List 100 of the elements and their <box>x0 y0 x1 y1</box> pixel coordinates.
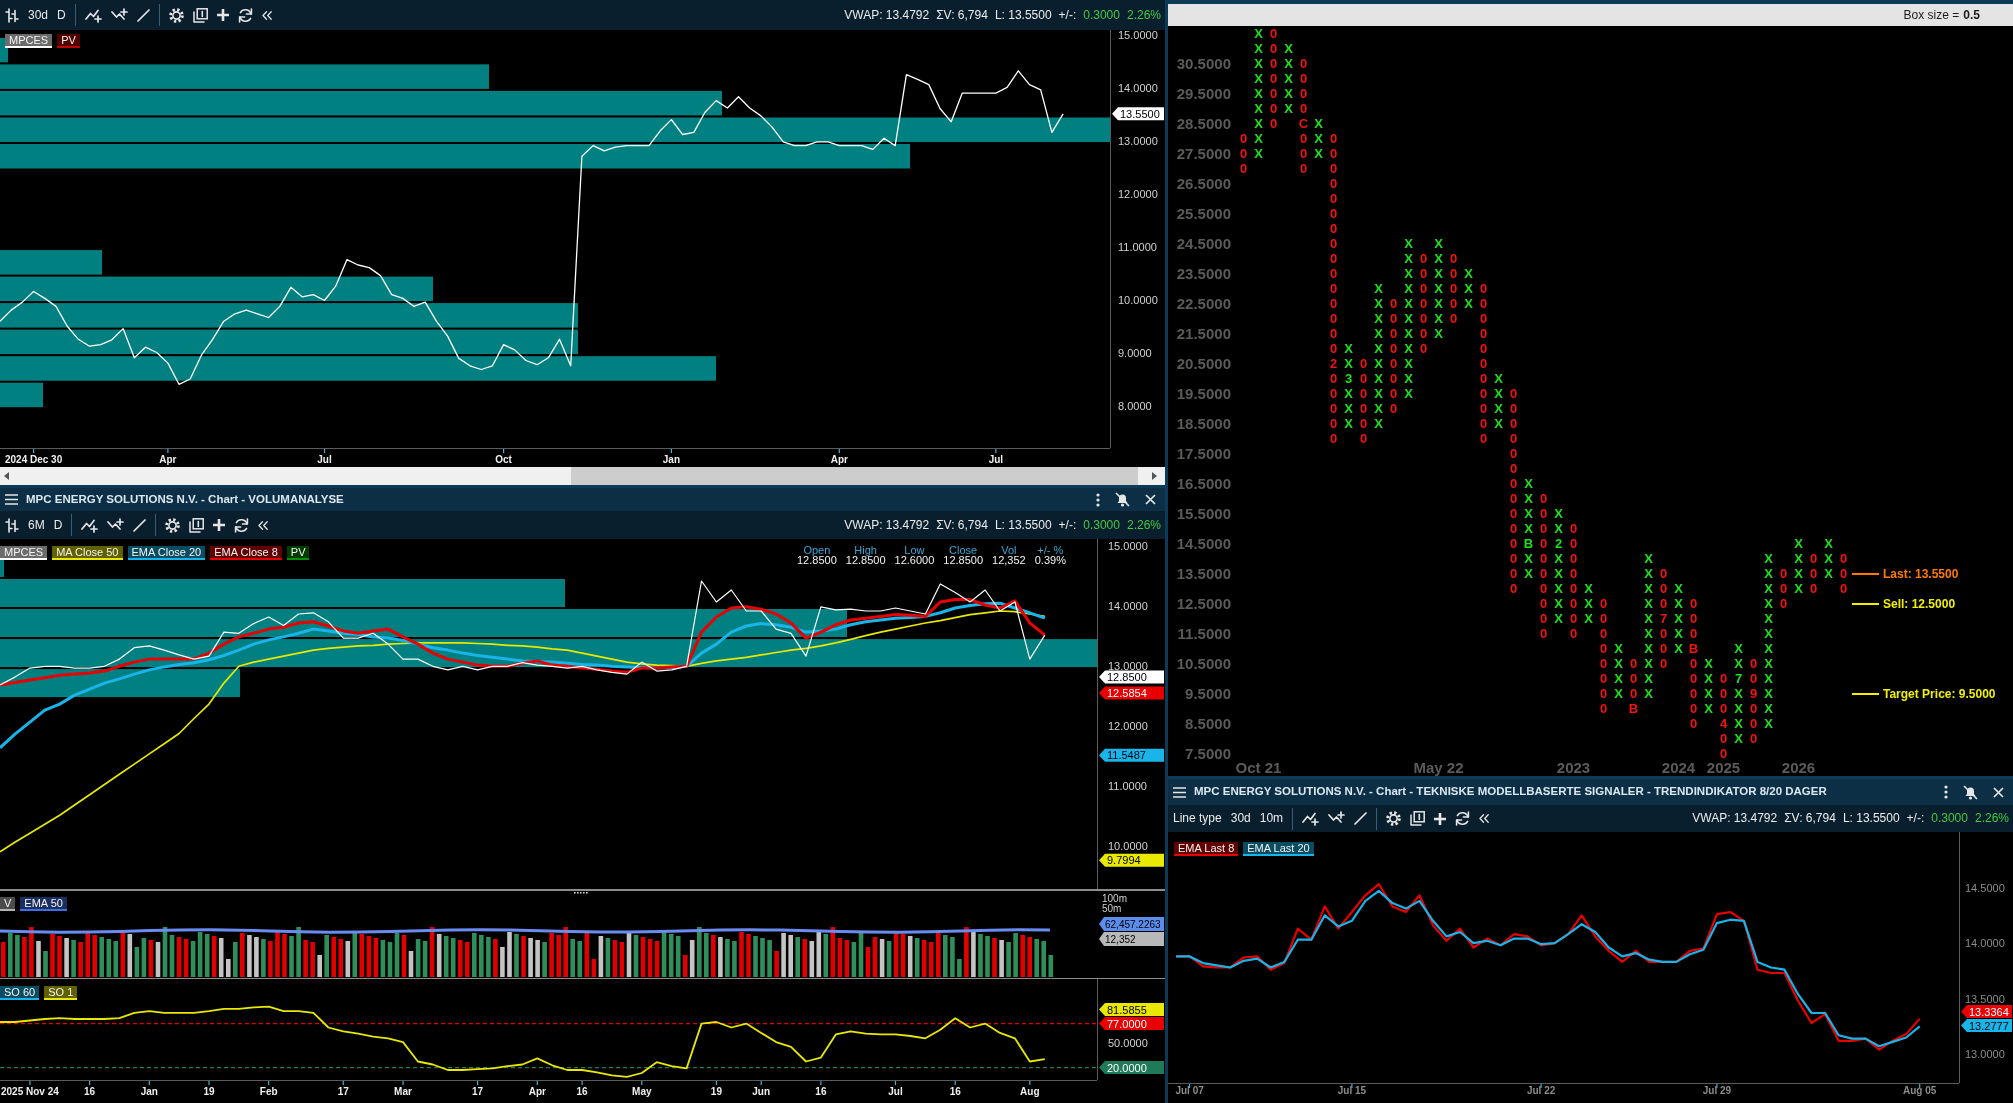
stacked-window-icon[interactable] <box>192 7 208 23</box>
stacked-window-icon[interactable] <box>1410 811 1426 826</box>
date-label: Jul 07 <box>1175 1085 1204 1096</box>
x-column: XX3XXX <box>1342 341 1355 431</box>
period-selector[interactable]: 30d <box>28 7 49 23</box>
plus-icon[interactable] <box>216 9 229 21</box>
ohlc-value: 0.39% <box>1034 555 1066 565</box>
settings-icon[interactable] <box>168 7 184 23</box>
vwap-text: VWAP: 13.4792 <box>844 517 930 533</box>
period-selector[interactable]: 6M <box>28 517 45 533</box>
double-chevron-icon[interactable] <box>258 520 269 530</box>
more-options-icon[interactable] <box>1096 492 1100 507</box>
diagonal-line-icon[interactable] <box>136 8 150 22</box>
change-value: 0.3000 <box>1083 517 1120 533</box>
o-column: 00000 <box>1447 251 1460 326</box>
indicator-legend[interactable]: EMA Last 20 <box>1243 842 1314 856</box>
plus-icon[interactable] <box>213 519 226 531</box>
indicator-legend[interactable]: MPCES <box>0 546 48 560</box>
date-label: 17 <box>337 1086 349 1097</box>
ohlc-label: +/- % <box>1037 545 1064 555</box>
menu-icon[interactable] <box>1173 786 1186 798</box>
price-axis-label: 18.5000 <box>1175 416 1231 431</box>
ohlc-bars-icon[interactable] <box>5 517 19 533</box>
indicator-legend[interactable]: V <box>0 897 16 911</box>
indicator-legend[interactable]: EMA 50 <box>20 897 67 911</box>
close-icon[interactable] <box>1993 786 2004 798</box>
price-axis-label: 28.5000 <box>1175 116 1231 131</box>
ohlc-value: 12.8500 <box>845 555 886 565</box>
date-label: 19 <box>203 1086 215 1097</box>
zigzag-plus-icon[interactable] <box>107 517 125 533</box>
x-column: XXXXX <box>1282 41 1295 116</box>
diagonal-line-icon[interactable] <box>1354 812 1368 825</box>
scrollbar[interactable] <box>0 467 1165 485</box>
zigzag-plus-icon[interactable] <box>81 517 99 533</box>
ohlc-label: Vol <box>1001 545 1017 555</box>
x-column: XX7XXXX <box>1732 641 1745 746</box>
muted-bell-icon[interactable] <box>1115 492 1130 507</box>
date-label: Mar <box>394 1086 412 1097</box>
price-axis-label: 14.5000 <box>1175 536 1231 551</box>
price-axis-label: 20.5000 <box>1175 356 1231 371</box>
value-tag: 20.0000 <box>1099 1061 1164 1075</box>
indicator-legend[interactable]: EMA Close 20 <box>127 546 206 560</box>
double-chevron-icon[interactable] <box>1479 814 1490 823</box>
o-column: 000 <box>1237 131 1250 176</box>
left-arrow-icon[interactable] <box>4 472 9 480</box>
date-label: 19 <box>710 1086 722 1097</box>
zigzag-plus-icon[interactable] <box>110 7 128 23</box>
value-tag: 12.5854 <box>1099 686 1164 700</box>
indicator-legend[interactable]: PV <box>286 546 310 560</box>
interval-selector[interactable]: 10m <box>1259 811 1284 826</box>
ohlc-bars-icon[interactable] <box>5 7 19 23</box>
x-column: XXXX <box>1492 371 1505 431</box>
indicator-legend[interactable]: SO 60 <box>0 986 40 1000</box>
stacked-window-icon[interactable] <box>189 517 205 533</box>
date-label: Jul 15 <box>1337 1085 1367 1096</box>
scrollbar-thumb[interactable] <box>571 467 1138 485</box>
indicator-legend[interactable]: PV <box>57 34 80 48</box>
interval-selector[interactable]: D <box>53 517 63 533</box>
chart-type-selector[interactable]: Line type <box>1173 811 1222 826</box>
plus-icon[interactable] <box>1434 812 1447 825</box>
value-tag: 81.5855 <box>1099 1003 1164 1017</box>
price-axis-label: 11.0000 <box>1118 241 1157 254</box>
x-column: XXXXBXX <box>1522 476 1535 581</box>
diagonal-line-icon[interactable] <box>133 518 147 532</box>
price-level-label: Last: 13.5500 <box>1883 565 1959 582</box>
interval-selector[interactable]: D <box>57 7 66 23</box>
date-label: Jan <box>140 1086 158 1097</box>
more-options-icon[interactable] <box>1944 785 1948 799</box>
menu-icon[interactable] <box>5 494 18 505</box>
double-chevron-icon[interactable] <box>261 10 272 20</box>
indicator-legend[interactable]: EMA Close 8 <box>210 546 282 560</box>
refresh-icon[interactable] <box>1455 811 1471 826</box>
settings-icon[interactable] <box>165 517 181 533</box>
close-icon[interactable] <box>1145 494 1156 505</box>
date-label: May <box>632 1086 652 1097</box>
period-selector[interactable]: 30d <box>1230 811 1251 826</box>
settings-icon[interactable] <box>1386 811 1402 826</box>
indicator-legend[interactable]: MPCES <box>5 34 53 48</box>
price-axis-label: 13.0000 <box>1965 1048 2005 1061</box>
date-label: Oct 21 <box>1235 760 1282 776</box>
price-axis-label: 15.0000 <box>1108 540 1148 552</box>
volume-text: ΣV: 6,794 <box>1784 811 1836 826</box>
zigzag-plus-icon[interactable] <box>1302 811 1320 826</box>
volume-axis-label: 50m <box>1102 903 1122 914</box>
date-label: Oct <box>495 454 512 465</box>
indicator-legend[interactable]: EMA Last 8 <box>1174 842 1239 856</box>
refresh-icon[interactable] <box>234 517 250 533</box>
refresh-icon[interactable] <box>237 7 253 23</box>
price-axis-label: 13.0000 <box>1108 660 1148 673</box>
zigzag-plus-icon[interactable] <box>84 7 102 23</box>
indicator-legend[interactable]: SO 1 <box>44 986 78 1000</box>
o-column: 0007000 <box>1657 566 1670 671</box>
right-arrow-icon[interactable] <box>1152 472 1157 480</box>
zigzag-plus-icon[interactable] <box>1328 811 1346 826</box>
price-axis-label: 17.5000 <box>1175 446 1231 461</box>
price-axis-label: 10.5000 <box>1175 656 1231 671</box>
value-tag: 13.2777 <box>1961 1019 2012 1032</box>
indicator-legend[interactable]: MA Close 50 <box>52 546 123 560</box>
ohlc-value: 12.6000 <box>894 555 935 565</box>
muted-bell-icon[interactable] <box>1963 784 1978 800</box>
